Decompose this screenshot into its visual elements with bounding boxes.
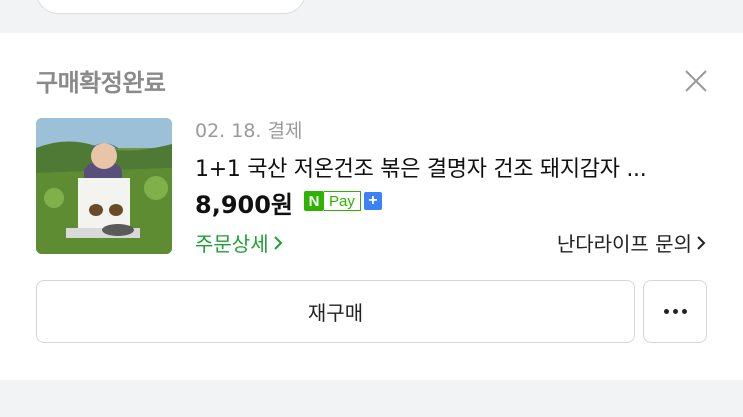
payment-date: 02. 18. 결제: [195, 120, 303, 142]
order-detail-link[interactable]: 주문상세: [195, 228, 284, 257]
order-card: 구매확정완료 02. 18. 결제 1+1 국산 저온건조 볶은 결명자 건조 …: [0, 33, 743, 380]
order-detail-label: 주문상세: [195, 232, 269, 256]
npay-n-logo: N: [304, 191, 324, 211]
product-price: 8,900원: [195, 191, 293, 219]
product-title[interactable]: 1+1 국산 저온건조 볶은 결명자 건조 돼지감자 ...: [195, 151, 705, 183]
seller-inquiry-label: 난다라이프 문의: [556, 232, 692, 256]
npay-badge: N Pay +: [304, 190, 382, 212]
npay-pay-label: Pay: [324, 191, 361, 211]
npay-plus-icon: +: [363, 192, 382, 210]
chevron-right-icon: [697, 235, 706, 250]
order-status: 구매확정완료: [36, 69, 166, 97]
product-thumbnail[interactable]: [36, 118, 172, 254]
more-icon[interactable]: [643, 280, 707, 343]
rebuy-button[interactable]: 재구매: [36, 280, 635, 343]
top-pill-button[interactable]: [36, 0, 306, 14]
close-icon[interactable]: [682, 67, 710, 95]
chevron-right-icon: [273, 235, 283, 250]
seller-inquiry-link[interactable]: 난다라이프 문의: [557, 228, 707, 257]
